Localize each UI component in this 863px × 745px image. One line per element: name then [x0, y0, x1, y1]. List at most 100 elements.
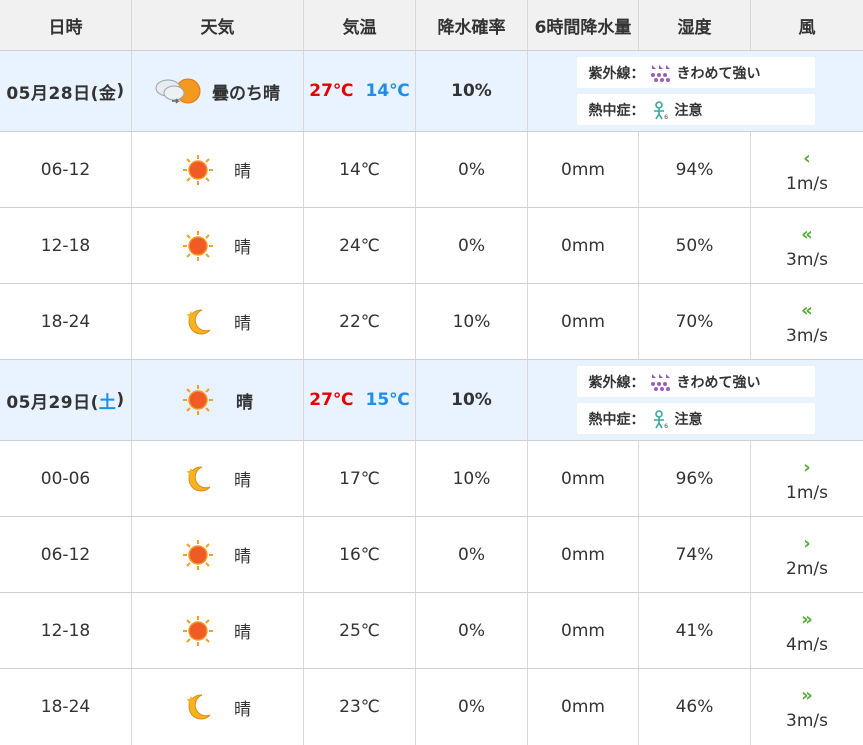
uv-icon: [649, 63, 673, 83]
wind-direction-icon: ›: [803, 532, 811, 554]
wind: › 2m/s: [751, 517, 863, 592]
precip-prob: 0%: [416, 208, 528, 283]
precip-prob: 0%: [416, 669, 528, 745]
date-text: 05月28日(: [6, 83, 99, 104]
wind-speed: 2m/s: [786, 558, 828, 579]
sun-icon: [182, 615, 214, 647]
weather-text: 晴: [234, 471, 251, 491]
forecast-row: 18-24 晴 23℃ 0% 0mm 46% » 3m/s: [0, 669, 863, 745]
day-indices: 紫外線： きわめて強い 熱中症： 6 注意: [528, 51, 863, 131]
weather-text: 晴: [234, 314, 251, 334]
weather-text: 晴: [236, 392, 253, 413]
heat-value: 注意: [674, 411, 703, 428]
heatstroke-index: 熱中症： 6 注意: [576, 94, 815, 125]
date-end: ): [116, 81, 125, 101]
cloud-then-sun-icon: [152, 73, 204, 109]
temperature: 24℃: [304, 208, 416, 283]
weather-text: 晴: [234, 623, 251, 643]
time-slot: 12-18: [0, 208, 132, 283]
day-precip: 10%: [416, 51, 528, 131]
day-summary-row: 05月29日(土) 晴 27℃ 15℃ 10% 紫外線： きわめて強い 熱中症：…: [0, 360, 863, 441]
temperature: 16℃: [304, 517, 416, 592]
header-temperature: 気温: [304, 0, 416, 50]
weekday-text: 土: [98, 392, 117, 413]
wind-direction-icon: ‹: [803, 147, 811, 169]
humidity: 41%: [639, 593, 751, 668]
time-slot: 00-06: [0, 441, 132, 516]
day-weather: 曇のち晴: [132, 51, 304, 131]
weather-text: 晴: [234, 547, 251, 567]
table-header: 日時 天気 気温 降水確率 6時間降水量 湿度 風: [0, 0, 863, 51]
heat-label: 熱中症：: [588, 411, 645, 428]
day-summary-row: 05月28日(金) 曇のち晴 27℃ 14℃ 10% 紫外線： きわめて強い …: [0, 51, 863, 132]
low-temp: 15℃: [365, 390, 410, 410]
wind-speed: 1m/s: [786, 482, 828, 503]
rainfall: 0mm: [528, 593, 639, 668]
day-temperature: 27℃ 14℃: [304, 51, 416, 131]
wind: » 4m/s: [751, 593, 863, 668]
moon-icon: [182, 463, 214, 495]
humidity: 50%: [639, 208, 751, 283]
uv-index: 紫外線： きわめて強い: [576, 57, 815, 88]
heatstroke-icon: 6: [649, 409, 671, 429]
header-rainfall: 6時間降水量: [528, 0, 639, 50]
forecast-row: 00-06 晴 17℃ 10% 0mm 96% › 1m/s: [0, 441, 863, 517]
uv-value: きわめて強い: [676, 65, 761, 82]
moon-icon: [182, 306, 214, 338]
header-wind: 風: [798, 17, 816, 38]
header-weather: 天気: [132, 0, 304, 50]
high-temp: 27℃: [309, 390, 354, 410]
temperature: 23℃: [304, 669, 416, 745]
time-slot: 18-24: [0, 669, 132, 745]
low-temp: 14℃: [365, 81, 410, 101]
forecast-row: 06-12 晴 16℃ 0% 0mm 74% › 2m/s: [0, 517, 863, 593]
precip-prob: 10%: [416, 441, 528, 516]
header-datetime: 日時: [0, 0, 132, 50]
day-weather: 晴: [132, 360, 304, 440]
sun-icon: [182, 539, 214, 571]
hour-weather: 晴: [132, 593, 304, 668]
hour-weather: 晴: [132, 208, 304, 283]
weather-text: 晴: [234, 162, 251, 182]
humidity: 74%: [639, 517, 751, 592]
time-slot: 06-12: [0, 517, 132, 592]
humidity: 96%: [639, 441, 751, 516]
humidity: 46%: [639, 669, 751, 745]
precip-prob: 0%: [416, 132, 528, 207]
temperature: 17℃: [304, 441, 416, 516]
moon-icon: [182, 691, 214, 723]
wind-direction-icon: »: [801, 608, 813, 630]
wind: ‹ 1m/s: [751, 132, 863, 207]
sun-icon: [182, 154, 214, 186]
wind-speed: 1m/s: [786, 173, 828, 194]
rainfall: 0mm: [528, 132, 639, 207]
sun-icon: [182, 384, 214, 416]
day-precip: 10%: [416, 360, 528, 440]
hour-weather: 晴: [132, 669, 304, 745]
forecast-row: 12-18 晴 24℃ 0% 0mm 50% « 3m/s: [0, 208, 863, 284]
forecast-table: 日時 天気 気温 降水確率 6時間降水量 湿度 風 05月28日(金) 曇のち晴…: [0, 0, 863, 745]
wind-speed: 3m/s: [786, 325, 828, 346]
uv-index: 紫外線： きわめて強い: [576, 366, 815, 397]
humidity: 94%: [639, 132, 751, 207]
high-temp: 27℃: [309, 81, 354, 101]
uv-label: 紫外線：: [588, 65, 645, 82]
temperature: 14℃: [304, 132, 416, 207]
rainfall: 0mm: [528, 284, 639, 359]
day-date: 05月28日(金): [0, 51, 132, 131]
rainfall: 0mm: [528, 208, 639, 283]
hour-weather: 晴: [132, 132, 304, 207]
header-precip-prob: 降水確率: [416, 0, 528, 50]
wind-speed: 3m/s: [786, 711, 828, 731]
wind-direction-icon: «: [801, 223, 813, 245]
weather-text: 曇のち晴: [212, 83, 280, 104]
wind: « 3m/s: [751, 284, 863, 359]
precip-prob: 10%: [416, 284, 528, 359]
weekday-text: 金: [98, 83, 117, 104]
heatstroke-icon: 6: [649, 100, 671, 120]
sun-icon: [182, 230, 214, 262]
wind: › 1m/s: [751, 441, 863, 516]
temperature: 25℃: [304, 593, 416, 668]
heatstroke-index: 熱中症： 6 注意: [576, 403, 815, 434]
weather-text: 晴: [234, 699, 251, 720]
